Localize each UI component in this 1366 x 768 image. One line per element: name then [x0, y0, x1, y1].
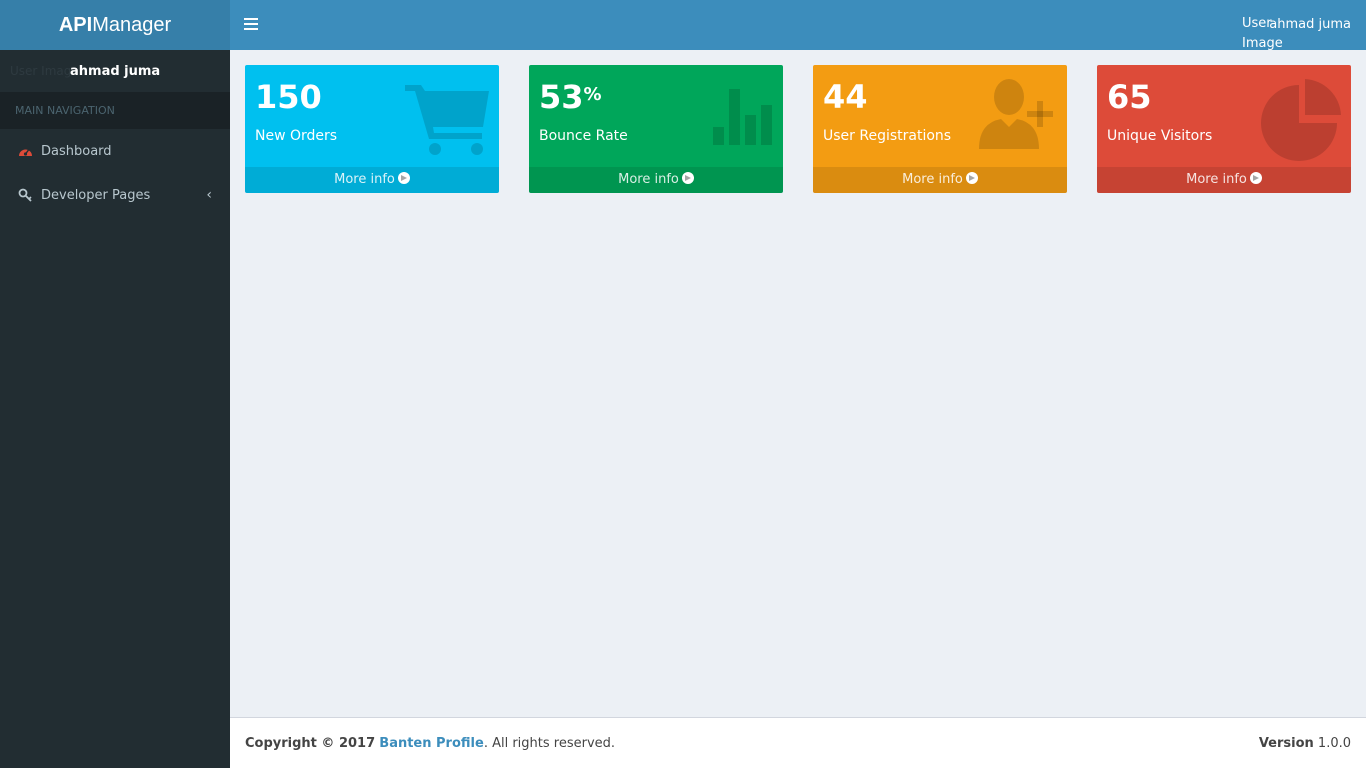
dashboard-icon — [17, 143, 33, 159]
sidebar-item-label: Dashboard — [41, 143, 112, 159]
box-value: 44 — [823, 78, 868, 116]
more-info-link[interactable]: More info — [529, 167, 783, 193]
sidebar-user-name: ahmad juma — [70, 64, 161, 79]
bar-chart-icon — [711, 79, 775, 149]
box-label: New Orders — [255, 128, 338, 144]
page-footer: Copyright © 2017 Banten Profile. All rig… — [230, 717, 1366, 768]
top-navbar: User Image ahmad juma — [230, 0, 1366, 51]
sidebar-item-developer-pages[interactable]: Developer Pages ‹ — [0, 173, 230, 217]
box-label: Bounce Rate — [539, 128, 628, 144]
small-box-unique-visitors: 65 Unique Visitors More info — [1097, 65, 1351, 193]
company-link[interactable]: Banten Profile — [379, 736, 484, 751]
arrow-circle-right-icon — [1249, 172, 1262, 184]
rights-text: . All rights reserved. — [483, 736, 616, 751]
version-label: Version — [1258, 736, 1314, 751]
logo-bold: API — [58, 14, 93, 36]
chevron-left-icon: ‹ — [206, 187, 212, 203]
small-box-user-registrations: 44 User Registrations More info — [813, 65, 1067, 193]
sidebar-item-dashboard[interactable]: Dashboard — [0, 129, 230, 173]
shopping-cart-icon — [405, 79, 491, 159]
version-number: 1.0.0 — [1317, 736, 1351, 751]
nav-header: MAIN NAVIGATION — [0, 92, 230, 129]
sidebar-toggle-button[interactable] — [244, 17, 258, 31]
sidebar-item-label: Developer Pages — [41, 187, 151, 203]
key-icon — [17, 187, 33, 203]
more-info-link[interactable]: More info — [245, 167, 499, 193]
copyright-text: Copyright © 2017 — [245, 736, 376, 751]
small-box-new-orders: 150 New Orders More info — [245, 65, 499, 193]
pie-chart-icon — [1261, 79, 1343, 165]
box-value: 53% — [539, 78, 602, 116]
hamburger-icon-bar — [244, 23, 258, 25]
arrow-circle-right-icon — [397, 172, 410, 184]
small-box-bounce-rate: 53% Bounce Rate More info — [529, 65, 783, 193]
copyright: Copyright © 2017 Banten Profile. All rig… — [245, 736, 615, 751]
logo-rest: Manager — [92, 14, 172, 36]
user-avatar-alt: User Image — [10, 64, 79, 78]
box-value: 65 — [1107, 78, 1152, 116]
more-info-link[interactable]: More info — [813, 167, 1067, 193]
hamburger-icon-bar — [244, 28, 258, 30]
box-label: User Registrations — [823, 128, 952, 144]
user-panel: User Image ahmad juma — [0, 50, 230, 92]
sidebar: APIManager User Image ahmad juma MAIN NA… — [0, 0, 230, 768]
more-info-link[interactable]: More info — [1097, 167, 1351, 193]
arrow-circle-right-icon — [965, 172, 978, 184]
box-label: Unique Visitors — [1107, 128, 1213, 144]
header-user-menu[interactable]: ahmad juma — [1269, 17, 1351, 32]
box-value-suffix: % — [583, 84, 602, 105]
hamburger-icon-bar — [244, 18, 258, 20]
arrow-circle-right-icon — [681, 172, 694, 184]
user-plus-icon — [975, 79, 1059, 153]
version-info: Version 1.0.0 — [1259, 736, 1351, 751]
box-value: 150 — [255, 78, 322, 116]
app-logo[interactable]: APIManager — [0, 0, 230, 50]
